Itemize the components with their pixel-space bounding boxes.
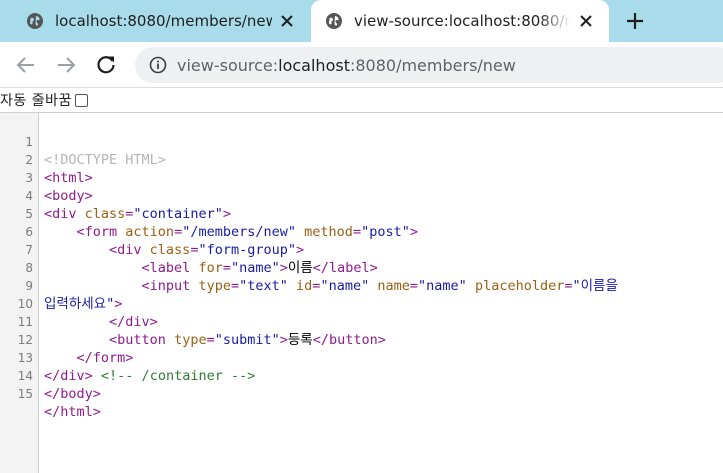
html-tag: </body>	[44, 386, 101, 402]
source-line: 12 </form>	[0, 313, 723, 366]
url-host: localhost	[278, 55, 350, 75]
source-line: 2 <html>	[0, 133, 723, 186]
tab-title: view-source:localhost:8080/members/new	[354, 12, 571, 30]
line-number: 15	[17, 387, 33, 401]
address-bar[interactable]: view-source: localhost:8080/members/new	[135, 47, 723, 83]
tab-members-new[interactable]: localhost:8080/members/new	[0, 0, 310, 42]
info-icon[interactable]	[149, 56, 167, 74]
line-wrap-label: 자동 줄바꿈	[0, 93, 72, 109]
forward-arrow-icon[interactable]	[54, 53, 78, 77]
source-line: 11 <button type="submit">등록</button>	[0, 295, 723, 348]
source-line: 13 </div> <!-- /container -->	[0, 331, 723, 384]
close-icon[interactable]	[280, 14, 294, 28]
close-icon[interactable]	[579, 14, 593, 28]
line-wrap-checkbox[interactable]	[74, 93, 88, 107]
line-wrap-control: 자동 줄바꿈	[0, 89, 723, 111]
source-line: 8 <input type="text" id="name" name="nam…	[0, 241, 723, 294]
source-line: 6 <div class="form-group">	[0, 205, 723, 258]
reload-icon[interactable]	[94, 53, 118, 77]
tab-strip: localhost:8080/members/new view-source:l…	[0, 0, 723, 42]
tab-view-source[interactable]: view-source:localhost:8080/members/new	[311, 0, 609, 42]
source-line: 15 </html>	[0, 367, 723, 420]
globe-icon	[27, 13, 43, 29]
source-line: 5 <form action="/members/new" method="po…	[0, 187, 723, 240]
source-line: 14 </body>	[0, 349, 723, 402]
source-line: 4 <div class="container">	[0, 169, 723, 222]
url-scheme: view-source:	[177, 55, 279, 75]
tab-title: localhost:8080/members/new	[55, 12, 272, 30]
source-view: 1 <!DOCTYPE HTML> 2 <html> 3 <body> 4 <d…	[0, 112, 723, 473]
globe-icon	[326, 13, 342, 29]
source-line: 9 입력하세요">	[0, 259, 723, 312]
source-line: 7 <label for="name">이름</label>	[0, 223, 723, 276]
url-path: :8080/members/new	[349, 55, 516, 75]
new-tab-plus-icon[interactable]	[624, 10, 646, 32]
source-line: 3 <body>	[0, 151, 723, 204]
html-tag: </html>	[44, 404, 101, 420]
source-line: 1 <!DOCTYPE HTML>	[0, 115, 723, 168]
source-line: 10 </div>	[0, 277, 723, 330]
browser-toolbar: view-source: localhost:8080/members/new	[0, 42, 723, 88]
back-arrow-icon[interactable]	[14, 53, 38, 77]
